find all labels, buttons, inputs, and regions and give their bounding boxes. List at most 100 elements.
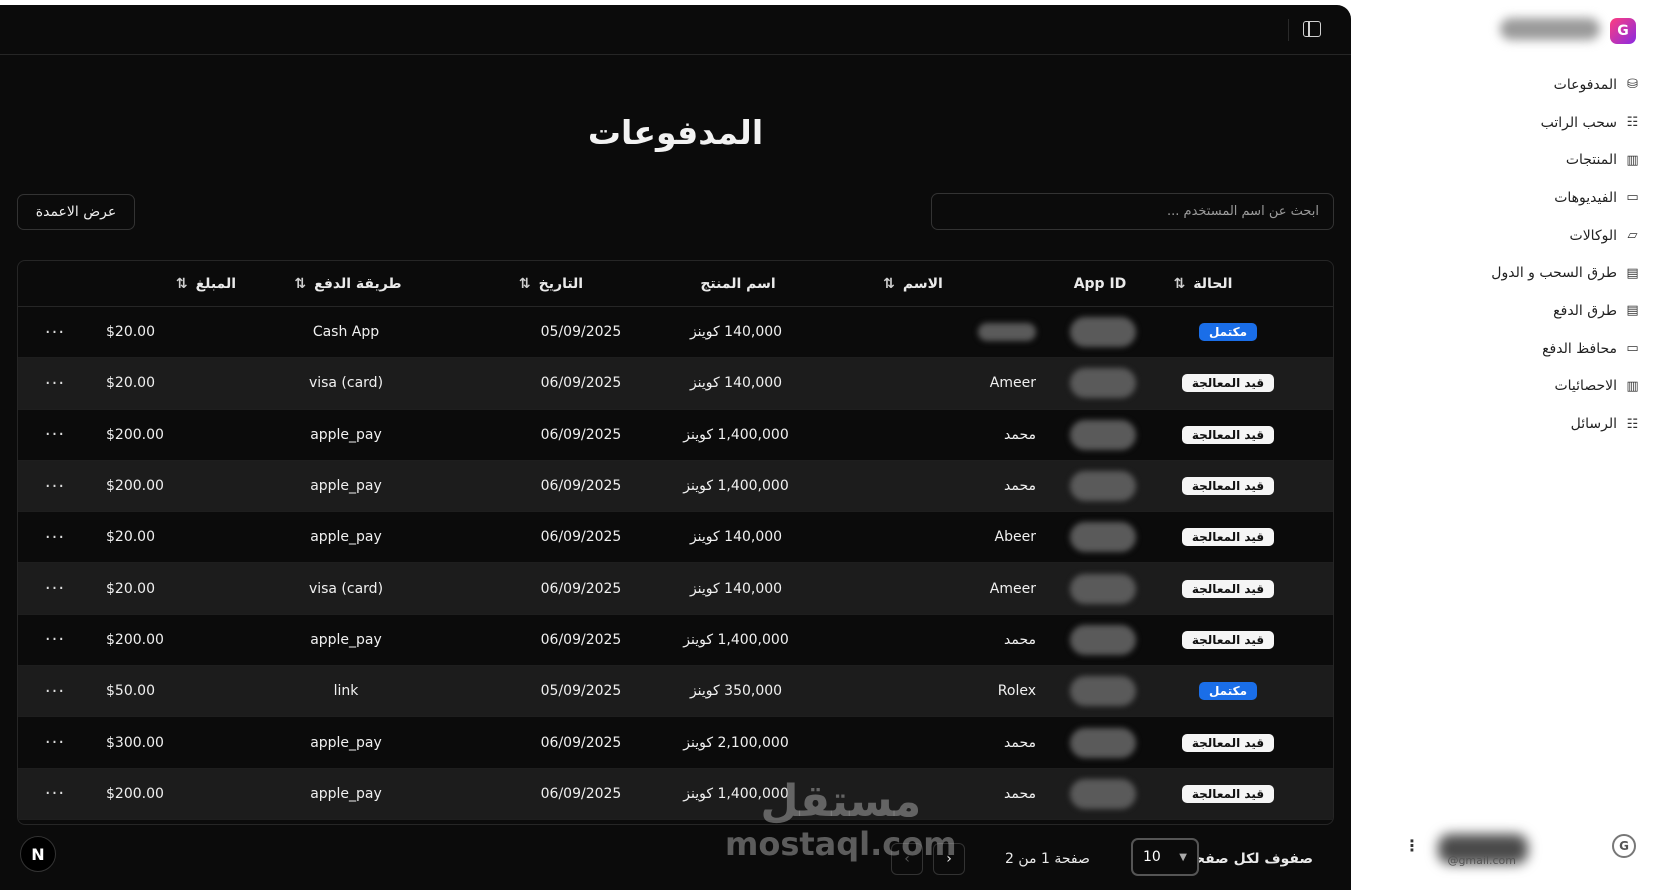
user-name: Rolex: [997, 683, 1036, 700]
row-actions-icon[interactable]: ···: [40, 307, 70, 357]
status-badge: قيد المعالجة: [1181, 477, 1275, 496]
app-id-cell: [1048, 769, 1158, 819]
row-actions-icon[interactable]: ···: [40, 461, 70, 511]
row-actions-icon[interactable]: ···: [40, 563, 70, 613]
row-actions-icon[interactable]: ···: [40, 615, 70, 665]
app-id-cell: [1048, 666, 1158, 716]
watermark-arabic: مستقل: [760, 776, 922, 827]
sidebar-item[interactable]: ▭ محافظ الدفع: [1370, 330, 1640, 368]
sidebar-item-label: الوكالات: [1569, 227, 1617, 244]
app-id-redacted: [1070, 727, 1136, 758]
search-input[interactable]: [932, 194, 1333, 229]
page-title: المدفوعات: [587, 113, 764, 152]
user-name: Ameer: [989, 375, 1036, 392]
name-cell: محمد: [916, 615, 1036, 665]
sidebar-item-label: محافظ الدفع: [1542, 340, 1617, 357]
table-row: قيد المعالجة محمد 1,400,000 كوينز 06/09/…: [18, 410, 1333, 461]
app-id-redacted: [1070, 522, 1136, 553]
app-id-redacted: [1070, 778, 1136, 809]
header-amount[interactable]: المبلغ ⇅: [126, 261, 236, 306]
sidebar-item[interactable]: ☷ الرسائل: [1370, 405, 1640, 443]
sidebar-item[interactable]: ▥ المنتجات: [1370, 141, 1640, 179]
row-actions-icon[interactable]: ···: [40, 666, 70, 716]
sidebar-item[interactable]: ▤ طرق السحب و الدول: [1370, 254, 1640, 292]
date-cell: 06/09/2025: [540, 785, 622, 802]
search-field[interactable]: [931, 193, 1334, 230]
amount-cell: $200.00: [106, 631, 164, 648]
status-badge: قيد المعالجة: [1181, 374, 1275, 393]
coin-hand-icon: ⛁: [1627, 77, 1638, 93]
amount-cell: $20.00: [106, 324, 155, 341]
table-row: قيد المعالجة محمد 2,100,000 كوينز 06/09/…: [18, 717, 1333, 769]
user-name: Abeer: [994, 529, 1036, 546]
product-cell: 140,000 كوينز: [689, 580, 783, 597]
brand-logo-icon[interactable]: G: [1610, 18, 1636, 44]
status-badge: قيد المعالجة: [1181, 784, 1275, 803]
user-name: محمد: [1004, 478, 1036, 495]
amount-cell: $200.00: [106, 785, 164, 802]
name-cell: محمد: [916, 461, 1036, 511]
header-method-label: طريقة الدفع: [314, 275, 402, 292]
payment-method-cell: apple_pay: [310, 478, 382, 495]
sort-icon[interactable]: ⇅: [176, 276, 188, 292]
amount-cell: $20.00: [106, 375, 155, 392]
row-actions-icon[interactable]: ···: [40, 512, 70, 562]
sidebar-item-label: الرسائل: [1570, 416, 1617, 433]
app-id-cell: [1048, 512, 1158, 562]
next-js-badge[interactable]: N: [20, 836, 56, 872]
payments-table: الحالة ⇅ App ID الاسم ⇅ اسم المنتج التاريخ…: [17, 260, 1334, 825]
sidebar-item[interactable]: ⛁ المدفوعات: [1370, 66, 1640, 104]
date-cell: 06/09/2025: [540, 529, 622, 546]
rows-per-page-select[interactable]: 10 ▼: [1131, 838, 1199, 876]
sort-icon[interactable]: ⇅: [294, 276, 306, 292]
header-name[interactable]: الاسم ⇅: [868, 261, 958, 306]
sidebar-item[interactable]: ▱ الوكالات: [1370, 217, 1640, 255]
header-date[interactable]: التاريخ ⇅: [496, 261, 606, 306]
status-cell: قيد المعالجة: [1168, 769, 1288, 819]
product-cell: 140,000 كوينز: [689, 375, 783, 392]
header-method[interactable]: طريقة الدفع ⇅: [278, 261, 418, 306]
sidebar-item[interactable]: ▥ الاحصائيات: [1370, 368, 1640, 406]
product-cell: 140,000 كوينز: [689, 324, 783, 341]
status-badge: قيد المعالجة: [1181, 579, 1275, 598]
sidebar-toggle-icon[interactable]: [1303, 21, 1321, 37]
sidebar-item[interactable]: ▭ الفيديوهات: [1370, 179, 1640, 217]
status-cell: قيد المعالجة: [1168, 410, 1288, 460]
app-id-redacted: [1070, 317, 1136, 348]
sort-icon[interactable]: ⇅: [519, 276, 531, 292]
amount-cell: $20.00: [106, 580, 155, 597]
more-vertical-icon[interactable]: ⋮: [1404, 836, 1420, 855]
product-cell: 350,000 كوينز: [689, 683, 783, 700]
name-cell: Ameer: [916, 358, 1036, 408]
app-id-cell: [1048, 615, 1158, 665]
header-date-label: التاريخ: [538, 275, 584, 292]
row-actions-icon[interactable]: ···: [40, 769, 70, 819]
row-actions-icon[interactable]: ···: [40, 717, 70, 767]
row-actions-icon[interactable]: ···: [40, 358, 70, 408]
sidebar-item-label: المنتجات: [1565, 152, 1617, 169]
list-icon: ☷: [1626, 115, 1639, 131]
row-actions-icon[interactable]: ···: [40, 410, 70, 460]
sort-icon[interactable]: ⇅: [883, 276, 895, 292]
header-status[interactable]: الحالة ⇅: [1143, 261, 1263, 306]
user-name: محمد: [1004, 785, 1036, 802]
sidebar-item[interactable]: ☷ سحب الراتب: [1370, 104, 1640, 142]
sort-icon[interactable]: ⇅: [1174, 276, 1186, 292]
video-icon: ▭: [1626, 190, 1639, 206]
app-id-cell: [1048, 563, 1158, 613]
product-cell: 1,400,000 كوينز: [683, 478, 789, 495]
wallet-icon: ▤: [1626, 265, 1639, 281]
user-profile[interactable]: G @gmail.com ⋮: [1368, 830, 1638, 870]
top-bar: [0, 5, 1351, 55]
status-cell: مكتمل: [1168, 666, 1288, 716]
watermark-latin: mostaql.com: [725, 825, 957, 863]
card-icon: ▭: [1626, 341, 1639, 357]
user-name: محمد: [1004, 734, 1036, 751]
table-row: قيد المعالجة محمد 1,400,000 كوينز 06/09/…: [18, 615, 1333, 667]
sidebar-item[interactable]: ▤ طرق الدفع: [1370, 292, 1640, 330]
amount-cell: $300.00: [106, 734, 164, 751]
columns-button[interactable]: عرض الاعمدة: [17, 194, 135, 230]
header-name-label: الاسم: [902, 275, 943, 292]
payment-method-cell: apple_pay: [310, 785, 382, 802]
table-row: مكتمل 140,000 كوينز 05/09/2025 Cash App …: [18, 307, 1333, 359]
